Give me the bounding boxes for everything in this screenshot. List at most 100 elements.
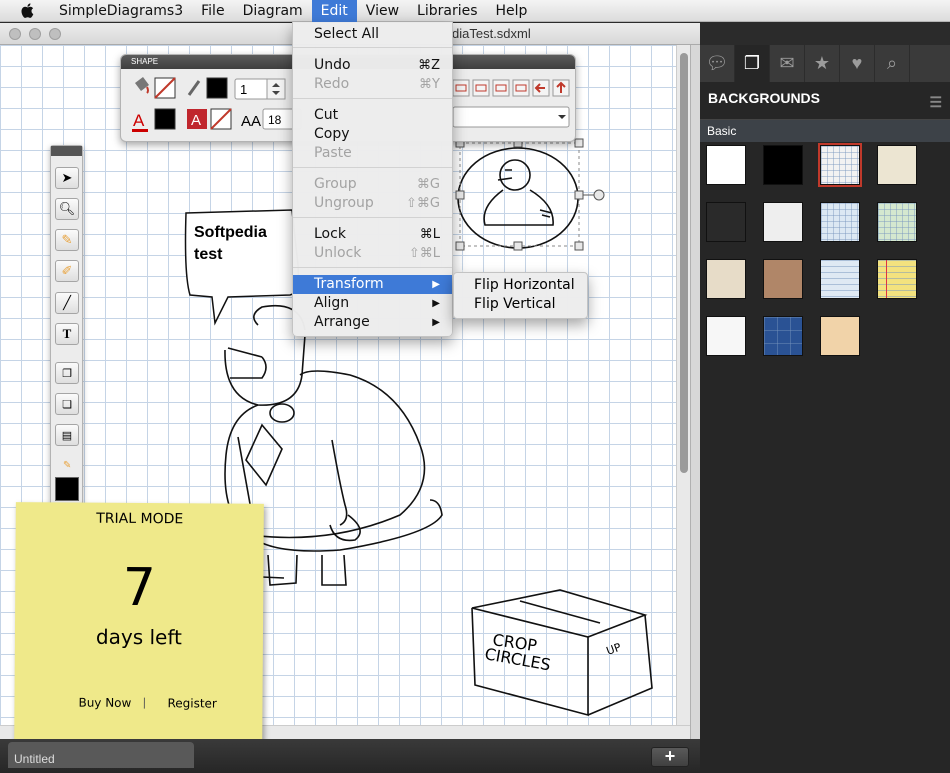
menu-edit[interactable]: Edit	[311, 0, 357, 22]
pencil-icon: ✎	[61, 232, 73, 247]
menu-item-label: Select All	[314, 26, 379, 42]
background-swatch-blueprint[interactable]	[763, 316, 803, 356]
edit-menu-item-undo[interactable]: Undo ⌘Z	[293, 56, 452, 75]
background-swatch-dot-paper[interactable]	[706, 316, 746, 356]
buy-now-link[interactable]: Buy Now	[78, 696, 131, 710]
envelope-icon[interactable]: ✉︎	[770, 45, 805, 82]
menu-help[interactable]: Help	[487, 0, 537, 22]
star-icon[interactable]: ★	[805, 45, 840, 82]
edit-menu-item-redo: Redo ⌘Y	[293, 75, 452, 94]
send-backward-arrow-icon[interactable]	[532, 79, 550, 97]
menu-item-label: Group	[314, 176, 357, 192]
document-tab-bar: Untitled +	[0, 739, 700, 773]
fill-color-swatch[interactable]	[154, 77, 176, 99]
align-icon: ▤	[61, 429, 73, 442]
trial-title: TRIAL MODE	[96, 510, 184, 528]
background-swatch-legal-pad[interactable]	[877, 259, 917, 299]
snowman-drawing	[457, 147, 579, 249]
zoom-window-button[interactable]	[49, 28, 61, 40]
background-swatch-white[interactable]	[706, 145, 746, 185]
apple-menu-icon[interactable]	[18, 3, 36, 18]
current-color-swatch[interactable]	[55, 477, 79, 501]
background-swatch-dark-texture[interactable]	[706, 202, 746, 242]
bring-forward-arrow-icon[interactable]	[552, 79, 570, 97]
edit-menu-item-group: Group ⌘G	[293, 175, 452, 194]
background-swatch-beige-paper[interactable]	[706, 259, 746, 299]
edit-menu-item-lock[interactable]: Lock ⌘L	[293, 225, 452, 244]
submenu-arrow-icon: ▶	[432, 317, 440, 328]
text-background-label: A	[191, 112, 201, 129]
edit-menu-item-select-all[interactable]: Select All	[293, 25, 452, 44]
select-tool-button[interactable]: ➤	[55, 167, 79, 189]
background-swatch-green-grid[interactable]	[877, 202, 917, 242]
background-swatch-cardboard[interactable]	[763, 259, 803, 299]
panel-splitter[interactable]	[690, 45, 700, 739]
send-to-back-button[interactable]: ❏	[55, 393, 79, 415]
search-icon[interactable]: ⌕	[875, 45, 910, 82]
font-size-icon: AA	[241, 113, 261, 130]
fill-bucket-icon[interactable]	[135, 77, 149, 94]
pencil-icon[interactable]	[187, 80, 201, 96]
font-family-dropdown[interactable]	[452, 106, 570, 128]
text-tool-button[interactable]: T	[55, 323, 79, 345]
text-icon: T	[62, 326, 72, 341]
stroke-color-swatch[interactable]	[206, 77, 228, 99]
heart-icon[interactable]: ♥︎	[840, 45, 875, 82]
tools-palette-handle[interactable]	[51, 146, 82, 156]
text-background-swatch[interactable]	[210, 108, 232, 130]
edit-menu-item-paste: Paste	[293, 144, 452, 163]
section-header[interactable]: Basic	[700, 120, 950, 142]
menu-shortcut: ⌘L	[419, 227, 440, 242]
background-swatch-marble[interactable]	[763, 202, 803, 242]
background-swatch-black[interactable]	[763, 145, 803, 185]
zoom-tool-button[interactable]: 🔍︎	[55, 198, 79, 220]
edit-menu-item-cut[interactable]: Cut	[293, 106, 452, 125]
bring-to-front-button[interactable]: ❐	[55, 362, 79, 384]
align-button[interactable]: ▤	[55, 424, 79, 446]
edit-menu-item-transform[interactable]: Transform ▶	[293, 275, 452, 294]
highlighter-tool-button[interactable]: ✐	[55, 260, 79, 282]
menu-app-name[interactable]: SimpleDiagrams3	[50, 0, 192, 22]
flip-horizontal-item[interactable]: Flip Horizontal	[454, 276, 587, 295]
menu-libraries[interactable]: Libraries	[408, 0, 486, 22]
menu-item-label: Cut	[314, 107, 339, 123]
menu-view[interactable]: View	[357, 0, 408, 22]
sidebar-tabs: 💬︎ ❐ ✉︎ ★ ♥︎ ⌕	[700, 45, 950, 82]
menu-file[interactable]: File	[192, 0, 233, 22]
menu-item-label: Lock	[314, 226, 346, 242]
magnifier-icon: 🔍︎	[58, 201, 76, 216]
close-window-button[interactable]	[9, 28, 21, 40]
list-menu-icon[interactable]: ☰	[929, 94, 942, 111]
flip-vertical-item[interactable]: Flip Vertical	[454, 295, 587, 314]
shape-style-buttons[interactable]	[452, 79, 530, 97]
trial-days-count: 7	[122, 557, 157, 619]
vertical-scroll-thumb[interactable]	[680, 53, 688, 473]
sidebar-title-bar: BACKGROUNDS ☰	[700, 82, 950, 120]
background-swatch-kraft[interactable]	[820, 316, 860, 356]
background-swatch-blue-grid[interactable]	[820, 202, 860, 242]
edit-menu-item-arrange[interactable]: Arrange ▶	[293, 313, 452, 332]
document-tab[interactable]: Untitled	[8, 742, 194, 768]
line-width-stepper[interactable]	[266, 78, 286, 100]
menu-diagram[interactable]: Diagram	[234, 0, 312, 22]
layers-icon[interactable]: ❐	[735, 45, 770, 82]
background-swatch-grid-paper[interactable]	[818, 143, 862, 187]
edit-menu-item-align[interactable]: Align ▶	[293, 294, 452, 313]
add-document-button[interactable]: +	[651, 747, 689, 767]
sidebar-title: BACKGROUNDS	[708, 90, 820, 106]
vertical-scrollbar[interactable]	[676, 45, 690, 725]
speech-bubble-text-2: test	[194, 246, 223, 263]
edit-menu-item-copy[interactable]: Copy	[293, 125, 452, 144]
trial-mode-note: TRIAL MODE 7 days left Buy Now | Registe…	[14, 502, 264, 756]
speech-bubble-icon[interactable]: 💬︎	[700, 45, 735, 82]
background-swatch-lined-paper[interactable]	[820, 259, 860, 299]
background-swatch-parchment[interactable]	[877, 145, 917, 185]
line-tool-button[interactable]: ╱	[55, 292, 79, 314]
menu-shortcut: ⌘Y	[419, 77, 440, 92]
register-link[interactable]: Register	[167, 696, 217, 710]
menu-separator	[293, 167, 452, 168]
text-color-swatch[interactable]	[154, 108, 176, 130]
minimize-window-button[interactable]	[29, 28, 41, 40]
menu-shortcut: ⇧⌘G	[406, 196, 440, 211]
pencil-tool-button[interactable]: ✎	[55, 229, 79, 251]
